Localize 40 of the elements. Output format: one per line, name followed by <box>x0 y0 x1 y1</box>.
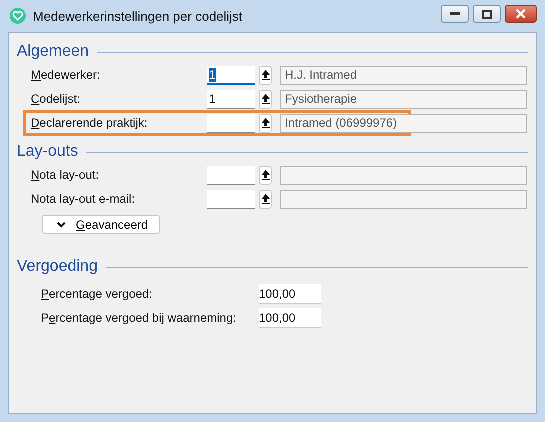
field-label: Nota lay-out: <box>30 168 100 182</box>
lookup-button[interactable] <box>259 66 272 84</box>
readonly-field: Intramed (06999976) <box>280 114 527 132</box>
lookup-button[interactable] <box>259 90 272 108</box>
readonly-field: Fysiotherapie <box>280 90 527 108</box>
field-label: Nota lay-out e-mail: <box>30 192 136 206</box>
up-arrow-icon <box>262 170 270 180</box>
section-heading: Vergoeding <box>17 258 98 276</box>
input-field[interactable]: 100,00 <box>259 284 321 304</box>
minimize-icon <box>450 12 460 16</box>
input-field[interactable]: 1 <box>207 90 255 108</box>
section-heading: Lay-outs <box>17 143 78 161</box>
input-field[interactable] <box>207 166 255 184</box>
field-label: Percentage vergoed: <box>41 287 154 301</box>
up-arrow-icon <box>262 194 270 204</box>
up-arrow-icon <box>262 118 270 128</box>
input-field[interactable]: 100,00 <box>259 308 321 328</box>
field-label: Percentage vergoed bij waarneming: <box>41 311 238 325</box>
up-arrow-icon <box>262 70 270 80</box>
input-field[interactable]: 1 <box>207 66 255 84</box>
close-icon <box>516 9 526 19</box>
lookup-button[interactable] <box>259 190 272 208</box>
input-field[interactable] <box>207 190 255 208</box>
lookup-button[interactable] <box>259 166 272 184</box>
maximize-icon <box>482 10 492 18</box>
maximize-button[interactable] <box>473 5 501 23</box>
chevron-down-icon <box>57 222 66 228</box>
lookup-button[interactable] <box>259 114 272 132</box>
section-heading: Algemeen <box>17 43 90 61</box>
field-label: Medewerker: <box>30 68 102 82</box>
field-label: Codelijst: <box>30 92 82 106</box>
up-arrow-icon <box>262 94 270 104</box>
close-button[interactable] <box>505 5 537 23</box>
minimize-button[interactable] <box>441 5 469 23</box>
field-label: Declarerende praktijk: <box>30 116 149 130</box>
window-title: Medewerkerinstellingen per codelijst <box>33 8 243 24</box>
advanced-button[interactable]: Geavanceerd <box>42 215 160 234</box>
heart-icon <box>10 8 26 24</box>
input-field[interactable] <box>207 114 255 132</box>
readonly-field: H.J. Intramed <box>280 66 527 84</box>
